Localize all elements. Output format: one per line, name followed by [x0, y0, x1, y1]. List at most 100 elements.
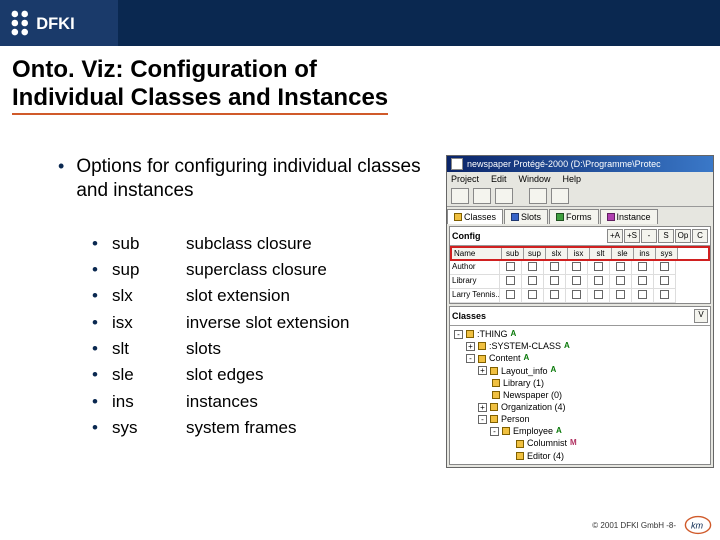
grid-checkbox-cell[interactable] — [544, 275, 566, 289]
tree-node[interactable]: Library (1) — [454, 377, 706, 389]
grid-checkbox-cell[interactable] — [654, 261, 676, 275]
toolbar-button[interactable] — [495, 188, 513, 204]
tree-toggle-icon[interactable]: + — [466, 342, 475, 351]
checkbox-icon[interactable] — [638, 262, 647, 271]
checkbox-icon[interactable] — [550, 262, 559, 271]
bullet-icon: • — [92, 415, 112, 441]
config-button[interactable]: +A — [607, 229, 623, 243]
grid-checkbox-cell[interactable] — [588, 261, 610, 275]
checkbox-icon[interactable] — [506, 262, 515, 271]
tab-instance[interactable]: Instance — [600, 209, 658, 224]
grid-checkbox-cell[interactable] — [566, 261, 588, 275]
grid-checkbox-cell[interactable] — [654, 289, 676, 303]
grid-checkbox-cell[interactable] — [610, 261, 632, 275]
checkbox-icon[interactable] — [660, 290, 669, 299]
toolbar[interactable] — [447, 186, 713, 207]
menu-item[interactable]: Window — [519, 174, 551, 184]
tree-toggle-icon[interactable]: + — [478, 403, 487, 412]
grid-checkbox-cell[interactable] — [544, 289, 566, 303]
config-grid-header: Namesubsupslxisxsltsleinssys — [450, 246, 710, 261]
grid-checkbox-cell[interactable] — [522, 289, 544, 303]
config-button[interactable]: C — [692, 229, 708, 243]
grid-checkbox-cell[interactable] — [588, 275, 610, 289]
grid-checkbox-cell[interactable] — [632, 289, 654, 303]
classes-label: Classes — [452, 311, 694, 321]
grid-checkbox-cell[interactable] — [522, 275, 544, 289]
checkbox-icon[interactable] — [638, 290, 647, 299]
tree-node[interactable]: +Organization (4) — [454, 401, 706, 413]
config-grid-body: AuthorLibraryLarry Tennis... — [450, 261, 710, 303]
config-button[interactable]: S — [658, 229, 674, 243]
grid-checkbox-cell[interactable] — [654, 275, 676, 289]
tree-node[interactable]: -EmployeeA — [454, 425, 706, 437]
menu-item[interactable]: Project — [451, 174, 479, 184]
tree-node[interactable]: ColumnistM — [454, 437, 706, 449]
checkbox-icon[interactable] — [594, 290, 603, 299]
tree-node[interactable]: Editor (4) — [454, 450, 706, 462]
checkbox-icon[interactable] — [528, 276, 537, 285]
tree-toggle-icon[interactable]: - — [478, 415, 487, 424]
option-short: slx — [112, 283, 186, 309]
grid-checkbox-cell[interactable] — [500, 289, 522, 303]
tree-node[interactable]: -ContentA — [454, 352, 706, 364]
tree-node[interactable]: -Person — [454, 413, 706, 425]
grid-checkbox-cell[interactable] — [610, 289, 632, 303]
checkbox-icon[interactable] — [660, 276, 669, 285]
grid-row[interactable]: Library — [450, 275, 710, 289]
view-button[interactable]: V — [694, 309, 708, 323]
toolbar-button[interactable] — [451, 188, 469, 204]
grid-checkbox-cell[interactable] — [610, 275, 632, 289]
toolbar-button[interactable] — [529, 188, 547, 204]
tree-toggle-icon[interactable]: + — [478, 366, 487, 375]
tree-toggle-icon[interactable]: - — [490, 427, 499, 436]
checkbox-icon[interactable] — [616, 290, 625, 299]
checkbox-icon[interactable] — [594, 276, 603, 285]
toolbar-button[interactable] — [551, 188, 569, 204]
checkbox-icon[interactable] — [660, 262, 669, 271]
grid-checkbox-cell[interactable] — [566, 275, 588, 289]
menu-item[interactable]: Help — [563, 174, 582, 184]
grid-checkbox-cell[interactable] — [632, 275, 654, 289]
checkbox-icon[interactable] — [550, 290, 559, 299]
checkbox-icon[interactable] — [572, 290, 581, 299]
checkbox-icon[interactable] — [616, 276, 625, 285]
toolbar-button[interactable] — [473, 188, 491, 204]
tab-bar[interactable]: ClassesSlotsFormsInstance — [447, 207, 713, 224]
grid-checkbox-cell[interactable] — [632, 261, 654, 275]
checkbox-icon[interactable] — [506, 276, 515, 285]
tab-forms[interactable]: Forms — [549, 209, 599, 224]
checkbox-icon[interactable] — [528, 290, 537, 299]
checkbox-icon[interactable] — [506, 290, 515, 299]
tree-node[interactable]: Newspaper (0) — [454, 389, 706, 401]
checkbox-icon[interactable] — [550, 276, 559, 285]
tree-node[interactable]: +Layout_infoA — [454, 365, 706, 377]
checkbox-icon[interactable] — [572, 276, 581, 285]
config-button[interactable]: Op — [675, 229, 691, 243]
grid-checkbox-cell[interactable] — [500, 261, 522, 275]
tree-toggle-icon[interactable]: - — [454, 330, 463, 339]
config-button[interactable]: +S — [624, 229, 640, 243]
checkbox-icon[interactable] — [572, 262, 581, 271]
tree-node[interactable]: +:SYSTEM-CLASSA — [454, 340, 706, 352]
grid-checkbox-cell[interactable] — [588, 289, 610, 303]
class-tree[interactable]: -:THINGA+:SYSTEM-CLASSA-ContentA+Layout_… — [450, 326, 710, 464]
grid-checkbox-cell[interactable] — [544, 261, 566, 275]
config-button[interactable]: - — [641, 229, 657, 243]
bullet-icon: • — [92, 336, 112, 362]
menu-bar[interactable]: Project Edit Window Help — [447, 172, 713, 186]
option-row: •insinstances — [92, 389, 436, 415]
menu-item[interactable]: Edit — [491, 174, 507, 184]
checkbox-icon[interactable] — [528, 262, 537, 271]
grid-row[interactable]: Larry Tennis... — [450, 289, 710, 303]
tab-slots[interactable]: Slots — [504, 209, 548, 224]
grid-row[interactable]: Author — [450, 261, 710, 275]
grid-checkbox-cell[interactable] — [500, 275, 522, 289]
checkbox-icon[interactable] — [616, 262, 625, 271]
tab-classes[interactable]: Classes — [447, 209, 503, 224]
checkbox-icon[interactable] — [594, 262, 603, 271]
tree-node[interactable]: -:THINGA — [454, 328, 706, 340]
checkbox-icon[interactable] — [638, 276, 647, 285]
grid-checkbox-cell[interactable] — [522, 261, 544, 275]
tree-toggle-icon[interactable]: - — [466, 354, 475, 363]
grid-checkbox-cell[interactable] — [566, 289, 588, 303]
